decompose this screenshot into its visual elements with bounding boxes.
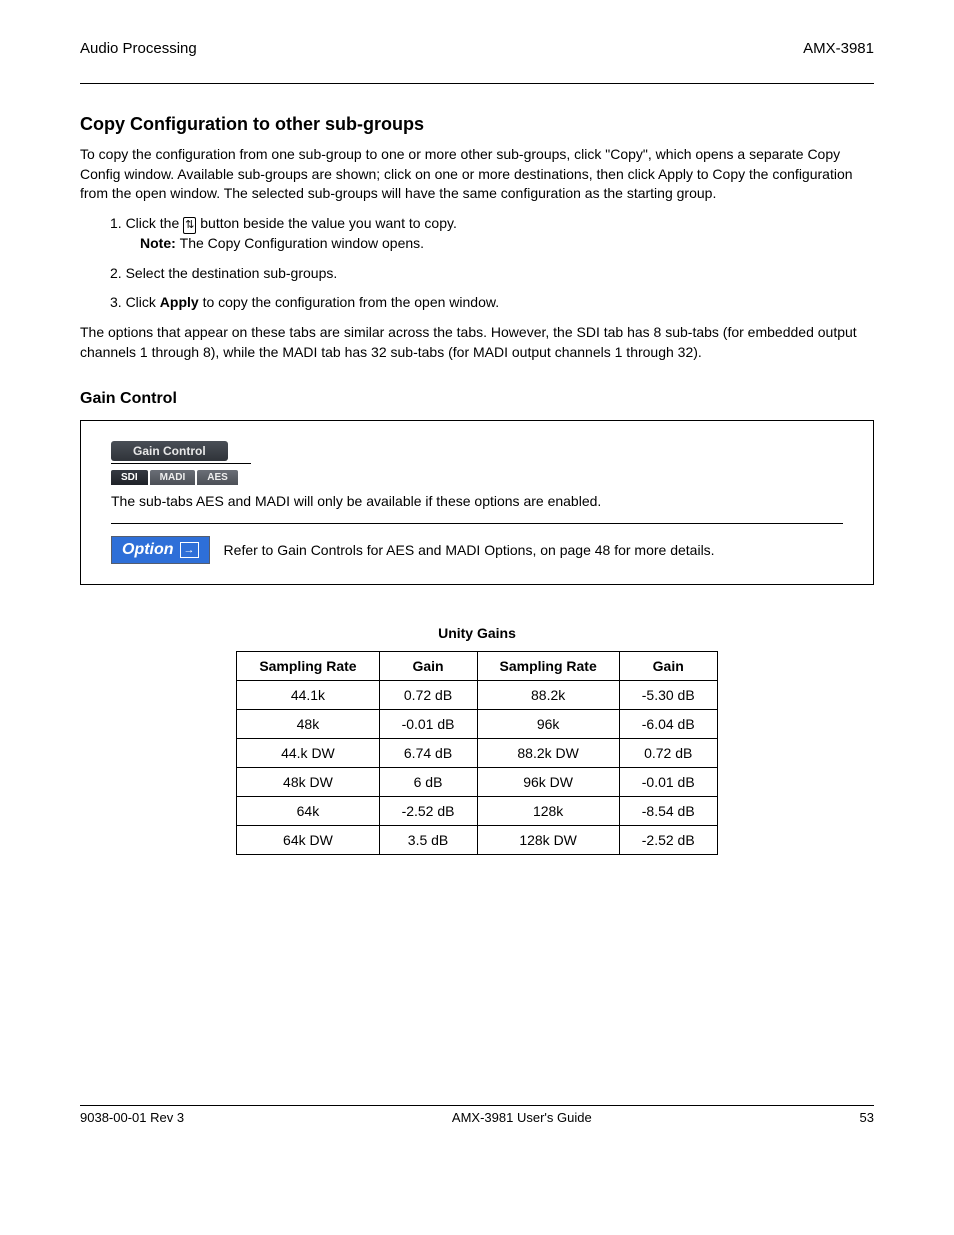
table-cell: 88.2k DW <box>477 739 619 768</box>
table-cell: 64k <box>237 797 379 826</box>
table-cell: -2.52 dB <box>619 826 717 855</box>
table-cell: 0.72 dB <box>379 681 477 710</box>
table-cell: 6 dB <box>379 768 477 797</box>
table-cell: 48k <box>237 710 379 739</box>
table-row: 48k DW6 dB96k DW-0.01 dB <box>237 768 717 797</box>
footer-center: AMX-3981 User's Guide <box>452 1110 592 1125</box>
header-divider <box>80 83 874 84</box>
footer: 9038-00-01 Rev 3 AMX-3981 User's Guide 5… <box>80 1105 874 1125</box>
footer-right: 53 <box>860 1110 874 1125</box>
table-cell: -2.52 dB <box>379 797 477 826</box>
th-rate-1: Sampling Rate <box>237 652 379 681</box>
table-cell: 96k <box>477 710 619 739</box>
option-box: Gain Control SDI MADI AES The sub-tabs A… <box>80 420 874 585</box>
step-3-suffix: to copy the configuration from the open … <box>203 294 500 310</box>
section-title: Copy Configuration to other sub-groups <box>80 114 874 135</box>
tabs-description: The options that appear on these tabs ar… <box>80 323 874 362</box>
spinner-icon: ⇅ <box>183 217 196 234</box>
option-badge-text: Option <box>122 541 174 559</box>
table-cell: -6.04 dB <box>619 710 717 739</box>
table-row: 64k DW3.5 dB128k DW-2.52 dB <box>237 826 717 855</box>
tab-container: Gain Control SDI MADI AES <box>111 441 843 485</box>
table-cell: 96k DW <box>477 768 619 797</box>
table-row: 44.k DW6.74 dB88.2k DW0.72 dB <box>237 739 717 768</box>
arrow-right-icon: → <box>180 542 199 558</box>
step-1-prefix: 1. Click the <box>110 215 183 231</box>
table-cell: -8.54 dB <box>619 797 717 826</box>
table-cell: 64k DW <box>237 826 379 855</box>
table-cell: 0.72 dB <box>619 739 717 768</box>
footer-left: 9038-00-01 Rev 3 <box>80 1110 184 1125</box>
table-cell: -5.30 dB <box>619 681 717 710</box>
table-row: 44.1k0.72 dB88.2k-5.30 dB <box>237 681 717 710</box>
table-cell: 44.1k <box>237 681 379 710</box>
th-rate-2: Sampling Rate <box>477 652 619 681</box>
tab-underline <box>111 463 251 464</box>
step-1-note: The Copy Configuration window opens. <box>180 235 424 251</box>
option-badge: Option → <box>111 536 210 564</box>
table-cell: 44.k DW <box>237 739 379 768</box>
subtabs: SDI MADI AES <box>111 470 843 485</box>
table-cell: 6.74 dB <box>379 739 477 768</box>
th-gain-1: Gain <box>379 652 477 681</box>
table-cell: -0.01 dB <box>619 768 717 797</box>
header-left: Audio Processing <box>80 40 197 57</box>
footer-divider <box>80 1105 874 1106</box>
table-cell: 88.2k <box>477 681 619 710</box>
step-1-suffix: button beside the value you want to copy… <box>200 215 457 231</box>
table-cell: -0.01 dB <box>379 710 477 739</box>
unity-gains-table: Unity Gains Sampling Rate Gain Sampling … <box>236 625 717 855</box>
table-row: 48k-0.01 dB96k-6.04 dB <box>237 710 717 739</box>
tab-gain-control[interactable]: Gain Control <box>111 441 228 461</box>
step-2: 2. Select the destination sub-groups. <box>80 264 874 284</box>
table-cell: 128k DW <box>477 826 619 855</box>
option-line2: Refer to Gain Controls for AES and MADI … <box>224 542 715 558</box>
subtab-madi[interactable]: MADI <box>150 470 196 485</box>
intro-paragraph: To copy the configuration from one sub-g… <box>80 145 874 204</box>
table-cell: 3.5 dB <box>379 826 477 855</box>
table-cell: 128k <box>477 797 619 826</box>
step-3-prefix: 3. Click <box>110 294 160 310</box>
step-1-note-label: Note: <box>140 235 180 251</box>
subsection-title: Gain Control <box>80 390 874 408</box>
table-cell: 48k DW <box>237 768 379 797</box>
table-header-row: Sampling Rate Gain Sampling Rate Gain <box>237 652 717 681</box>
header-right: AMX-3981 <box>803 40 874 57</box>
table-row: 64k-2.52 dB128k-8.54 dB <box>237 797 717 826</box>
option-line1: The sub-tabs AES and MADI will only be a… <box>111 493 843 509</box>
subtab-sdi[interactable]: SDI <box>111 470 148 485</box>
table-caption: Unity Gains <box>236 625 717 651</box>
step-3: 3. Click Apply to copy the configuration… <box>80 293 874 313</box>
subtab-aes[interactable]: AES <box>197 470 238 485</box>
step-1: 1. Click the ⇅ button beside the value y… <box>80 214 874 254</box>
option-divider <box>111 523 843 524</box>
apply-label: Apply <box>160 294 199 310</box>
th-gain-2: Gain <box>619 652 717 681</box>
